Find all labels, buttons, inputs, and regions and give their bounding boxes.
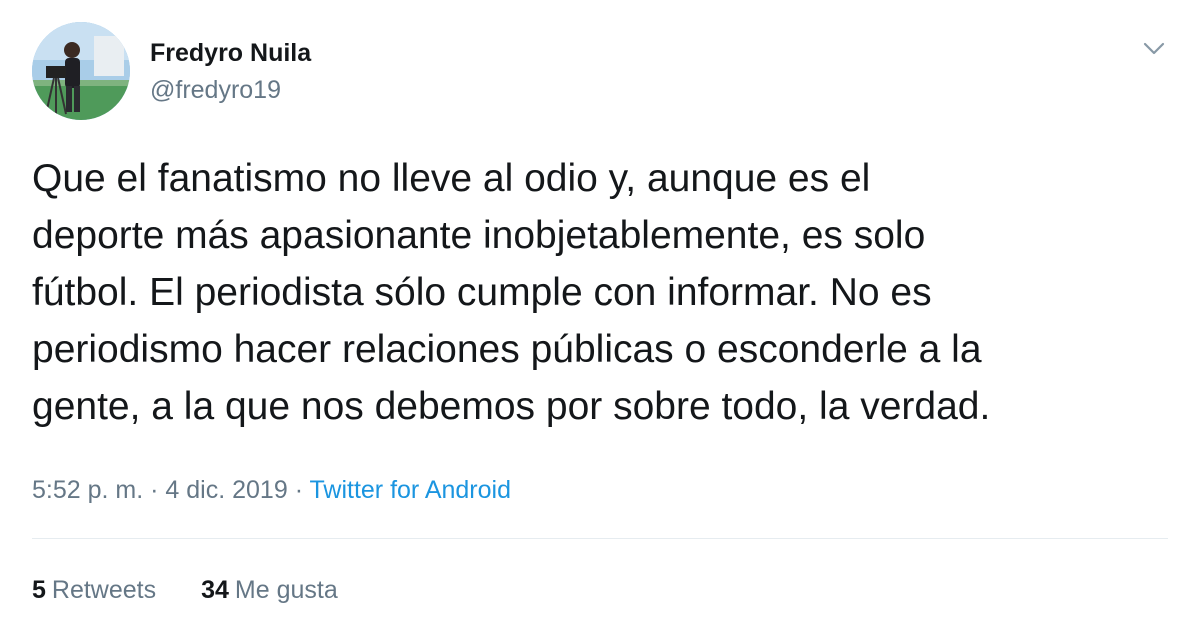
retweets-stat[interactable]: 5 Retweets bbox=[32, 574, 156, 606]
tweet-text-line: deporte más apasionante inobjetablemente… bbox=[32, 214, 926, 257]
divider bbox=[32, 538, 1168, 539]
author-handle[interactable]: @fredyro19 bbox=[150, 75, 281, 105]
retweets-label: Retweets bbox=[51, 576, 157, 604]
likes-stat[interactable]: 34 Me gusta bbox=[201, 574, 338, 606]
tweet-card: Fredyro Nuila @fredyro19 Que el fanatism… bbox=[0, 0, 1200, 636]
tweet-text: Que el fanatismo no lleve al odio y, aun… bbox=[32, 150, 1172, 435]
tweet-source-link[interactable]: Twitter for Android bbox=[310, 476, 511, 504]
author-name[interactable]: Fredyro Nuila bbox=[150, 38, 311, 68]
chevron-down-icon[interactable] bbox=[1140, 36, 1168, 60]
retweets-count: 5 bbox=[32, 576, 46, 604]
likes-count: 34 bbox=[201, 576, 229, 604]
tweet-text-line: Que el fanatismo no lleve al odio y, aun… bbox=[32, 157, 871, 200]
tweet-text-line: gente, a la que nos debemos por sobre to… bbox=[32, 385, 991, 428]
meta-separator: · bbox=[294, 476, 304, 504]
tweet-text-line: fútbol. El periodista sólo cumple con in… bbox=[32, 271, 932, 314]
avatar[interactable] bbox=[32, 22, 130, 120]
tweet-stats: 5 Retweets 34 Me gusta bbox=[32, 574, 338, 606]
meta-separator: · bbox=[150, 476, 159, 504]
tweet-time[interactable]: 5:52 p. m. bbox=[32, 476, 143, 504]
likes-label: Me gusta bbox=[234, 576, 338, 604]
tweet-text-line: periodismo hacer relaciones públicas o e… bbox=[32, 328, 982, 371]
profile-photo-image bbox=[32, 22, 130, 120]
tweet-date[interactable]: 4 dic. 2019 bbox=[165, 476, 287, 504]
tweet-metadata: 5:52 p. m. · 4 dic. 2019 · Twitter for A… bbox=[32, 474, 511, 506]
